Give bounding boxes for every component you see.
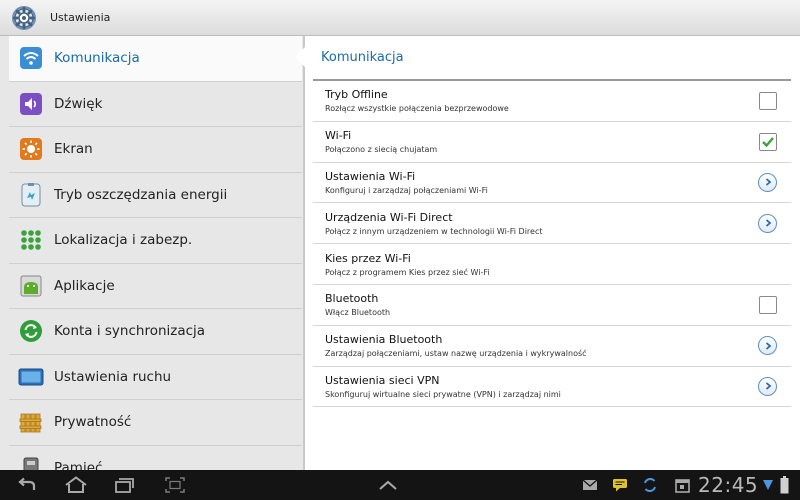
setting-wifi-direct[interactable]: Urządzenia Wi-Fi Direct Połącz z innym u… — [313, 203, 791, 245]
battery-icon — [779, 470, 789, 500]
sidebar-item-label: Ustawienia ruchu — [54, 368, 172, 385]
recent-apps-icon[interactable] — [112, 470, 136, 500]
setting-title: Ustawienia Bluetooth — [325, 333, 443, 347]
setting-wifi[interactable]: Wi-Fi Połączono z siecią chujatam — [313, 122, 791, 163]
sidebar-item-pamiec[interactable]: Pamięć — [9, 446, 302, 470]
sidebar-item-ekran[interactable]: Ekran — [9, 127, 302, 173]
setting-title: Tryb Offline — [325, 88, 388, 102]
screenshot-icon[interactable] — [164, 470, 186, 500]
memory-icon — [18, 455, 44, 470]
privacy-icon — [18, 409, 44, 435]
motion-icon — [18, 364, 44, 390]
setting-bluetooth[interactable]: Bluetooth Włącz Bluetooth — [313, 285, 791, 326]
chevron-right-icon[interactable] — [758, 336, 777, 356]
clock: 22:45 — [698, 473, 759, 497]
sidebar-item-ruch[interactable]: Ustawienia ruchu — [9, 355, 302, 400]
sidebar-item-label: Ekran — [54, 141, 93, 158]
setting-subtitle: Skonfiguruj wirtualne sieci prywatne (VP… — [325, 389, 561, 399]
sidebar-item-prywatnosc[interactable]: Prywatność — [9, 400, 302, 446]
back-icon[interactable] — [14, 470, 40, 500]
sidebar-item-aplikacje[interactable]: Aplikacje — [9, 264, 302, 309]
sync-icon — [18, 318, 44, 344]
wifi-icon — [18, 45, 44, 71]
setting-title: Wi-Fi — [325, 129, 352, 143]
setting-title: Ustawienia sieci VPN — [325, 373, 440, 387]
bluetooth-checkbox[interactable] — [759, 295, 777, 314]
chevron-right-icon[interactable] — [758, 172, 777, 192]
settings-gear-icon[interactable] — [10, 4, 38, 32]
setting-subtitle: Połącz z programem Kies przez sieć Wi-Fi — [325, 267, 490, 277]
calendar-icon[interactable] — [672, 470, 692, 500]
checkmark-icon — [762, 136, 774, 147]
setting-title: Ustawienia Wi-Fi — [325, 169, 416, 183]
sidebar-item-label: Tryb oszczędzania energii — [54, 186, 228, 203]
section-title: Komunikacja — [321, 50, 404, 65]
sidebar-item-label: Konta i synchronizacja — [54, 323, 206, 340]
setting-subtitle: Rozłącz wszystkie połączenia bezprzewodo… — [325, 104, 509, 114]
applications-icon — [18, 273, 44, 299]
location-security-icon — [18, 227, 44, 253]
wifi-checkbox[interactable] — [759, 132, 777, 151]
email-icon[interactable] — [580, 470, 600, 500]
sidebar-item-label: Prywatność — [54, 414, 132, 431]
settings-list: Tryb Offline Rozłącz wszystkie połączeni… — [313, 81, 791, 408]
selection-pointer — [295, 47, 305, 67]
sidebar-item-label: Komunikacja — [54, 50, 140, 67]
setting-subtitle: Konfiguruj i zarządzaj połączeniami Wi-F… — [325, 185, 488, 195]
sidebar-item-label: Dźwięk — [54, 95, 103, 112]
home-icon[interactable] — [62, 470, 90, 500]
offline-mode-checkbox[interactable] — [759, 91, 777, 110]
wifi-signal-icon — [762, 470, 774, 500]
sidebar-item-dzwiek[interactable]: Dźwięk — [9, 82, 302, 127]
energy-saving-icon — [18, 182, 44, 208]
chevron-right-icon[interactable] — [758, 213, 777, 233]
chevron-up-icon[interactable] — [376, 470, 400, 500]
sidebar-item-lokalizacja[interactable]: Lokalizacja i zabezp. — [9, 218, 302, 264]
sidebar-item-label: Aplikacje — [54, 277, 115, 294]
message-icon[interactable] — [610, 470, 630, 500]
system-bar: 22:45 — [0, 470, 800, 500]
setting-vpn[interactable]: Ustawienia sieci VPN Skonfiguruj wirtual… — [313, 367, 791, 408]
sidebar: Komunikacja Dźwięk Ekran Tryb oszczędzan… — [0, 36, 304, 470]
chevron-right-icon[interactable] — [758, 376, 777, 396]
sidebar-item-label: Lokalizacja i zabezp. — [54, 232, 193, 249]
brightness-icon — [18, 136, 44, 162]
setting-title: Bluetooth — [325, 292, 379, 306]
title-bar: Ustawienia — [0, 0, 800, 36]
setting-title: Urządzenia Wi-Fi Direct — [325, 210, 453, 224]
setting-tryb-offline[interactable]: Tryb Offline Rozłącz wszystkie połączeni… — [313, 81, 791, 122]
app-title: Ustawienia — [50, 11, 111, 24]
setting-kies-wifi[interactable]: Kies przez Wi-Fi Połącz z programem Kies… — [313, 244, 791, 285]
setting-subtitle: Zarządzaj połączeniami, ustaw nazwę urzą… — [325, 349, 587, 359]
sync-status-icon[interactable] — [640, 470, 660, 500]
setting-subtitle: Połącz z innym urządzeniem w technologii… — [325, 226, 543, 236]
setting-ustawienia-wifi[interactable]: Ustawienia Wi-Fi Konfiguruj i zarządzaj … — [313, 163, 791, 204]
settings-panel: Komunikacja Tryb Offline Rozłącz wszystk… — [305, 36, 800, 470]
setting-title: Kies przez Wi-Fi — [325, 251, 411, 265]
setting-subtitle: Włącz Bluetooth — [325, 308, 391, 318]
setting-ustawienia-bluetooth[interactable]: Ustawienia Bluetooth Zarządzaj połączeni… — [313, 326, 791, 367]
speaker-icon — [18, 91, 44, 117]
sidebar-item-oszczedzanie-energii[interactable]: Tryb oszczędzania energii — [9, 173, 302, 218]
setting-subtitle: Połączono z siecią chujatam — [325, 145, 438, 155]
sidebar-item-konta[interactable]: Konta i synchronizacja — [9, 309, 302, 355]
sidebar-item-label: Pamięć — [54, 459, 103, 470]
sidebar-item-komunikacja[interactable]: Komunikacja — [9, 36, 302, 82]
